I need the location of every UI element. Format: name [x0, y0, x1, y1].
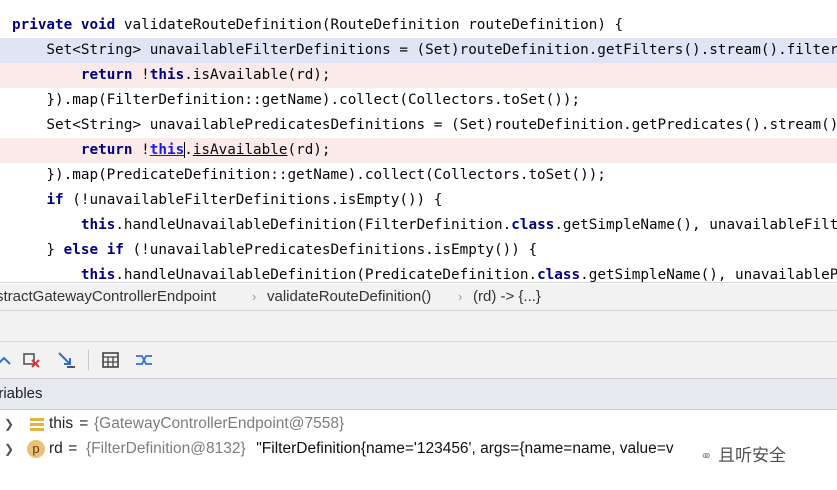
- code-line[interactable]: this.handleUnavailableDefinition(FilterD…: [0, 213, 837, 238]
- code-text: .handleUnavailableDefinition(PredicateDe…: [115, 267, 538, 283]
- variable-name: rd: [49, 440, 63, 457]
- code-text: .handleUnavailableDefinition(FilterDefin…: [115, 217, 512, 233]
- breadcrumb: stractGatewayControllerEndpoint › valida…: [0, 284, 837, 311]
- code-keyword: this: [80, 267, 116, 283]
- code-keyword: return: [80, 67, 133, 83]
- code-keyword: return: [80, 142, 133, 158]
- expand-arrow-icon[interactable]: ❯: [4, 411, 14, 437]
- code-text: }).map(FilterDefinition::getName).collec…: [12, 92, 581, 108]
- code-text: !: [132, 67, 150, 83]
- code-line-current[interactable]: Set<String> unavailableFilterDefinitions…: [0, 38, 837, 63]
- breadcrumb-class[interactable]: stractGatewayControllerEndpoint: [0, 284, 216, 310]
- breadcrumb-method[interactable]: validateRouteDefinition(): [267, 284, 431, 310]
- panel-strip: [0, 311, 837, 341]
- code-keyword: if: [46, 192, 64, 208]
- code-line[interactable]: }).map(FilterDefinition::getName).collec…: [0, 88, 837, 113]
- code-line[interactable]: Set<String> unavailablePredicatesDefinit…: [0, 113, 837, 138]
- trace-stream-icon[interactable]: [134, 350, 154, 370]
- code-text: }: [12, 242, 64, 258]
- watermark: ⚭ 且听安全: [700, 441, 786, 471]
- code-keyword: private void: [12, 17, 116, 33]
- expand-arrow-icon[interactable]: ❯: [4, 436, 14, 462]
- code-text: (!unavailableFilterDefinitions.isEmpty()…: [63, 192, 443, 208]
- variables-title: ariables: [0, 385, 43, 402]
- code-keyword: class: [511, 217, 555, 233]
- variable-equals: =: [75, 415, 93, 432]
- code-keyword: class: [537, 267, 581, 283]
- editor-divider: [0, 282, 837, 283]
- code-line[interactable]: }).map(PredicateDefinition::getName).col…: [0, 163, 837, 188]
- code-keyword-link[interactable]: this: [150, 142, 184, 158]
- code-line[interactable]: } else if (!unavailablePredicatesDefinit…: [0, 238, 837, 263]
- variable-name: this: [49, 415, 74, 432]
- variable-row[interactable]: ❯ this = {GatewayControllerEndpoint@7558…: [0, 411, 837, 437]
- code-line-breakpoint[interactable]: return !this.isAvailable(rd);: [0, 63, 837, 88]
- code-method-link[interactable]: isAvailable: [193, 142, 288, 158]
- code-line[interactable]: this.handleUnavailableDefinition(Predica…: [0, 263, 837, 284]
- code-text: .: [184, 142, 193, 158]
- code-keyword: this: [80, 217, 116, 233]
- code-text: Set<String> unavailablePredicatesDefinit…: [12, 117, 837, 133]
- breadcrumb-separator: ›: [458, 289, 463, 304]
- breadcrumb-lambda[interactable]: (rd) -> {...}: [473, 284, 541, 310]
- run-to-cursor-icon[interactable]: [56, 350, 76, 370]
- code-text: !: [132, 142, 150, 158]
- code-text: .isAvailable(rd);: [184, 67, 331, 83]
- field-icon: [30, 418, 44, 431]
- code-editor[interactable]: private void validateRouteDefinition(Rou…: [0, 0, 837, 284]
- breadcrumb-separator: ›: [252, 289, 257, 304]
- code-line[interactable]: if (!unavailableFilterDefinitions.isEmpt…: [0, 188, 837, 213]
- watermark-text: 且听安全: [717, 446, 786, 466]
- code-text: (rd);: [287, 142, 331, 158]
- variable-reference: {GatewayControllerEndpoint@7558}: [94, 415, 345, 432]
- code-keyword: this: [149, 67, 185, 83]
- drop-frame-icon[interactable]: [22, 350, 42, 370]
- code-text: }).map(PredicateDefinition::getName).col…: [12, 167, 606, 183]
- code-line-breakpoint[interactable]: return !this.isAvailable(rd);: [0, 138, 837, 163]
- code-text: (!unavailablePredicatesDefinitions.isEmp…: [123, 242, 538, 258]
- parameter-icon: p: [27, 440, 45, 458]
- code-text: validateRouteDefinition(RouteDefinition …: [115, 17, 624, 33]
- code-line[interactable]: private void validateRouteDefinition(Rou…: [0, 13, 837, 38]
- step-out-icon[interactable]: [0, 350, 14, 370]
- debugger-toolbar: [0, 341, 837, 378]
- code-text: Set<String> unavailableFilterDefinitions…: [12, 42, 837, 58]
- variable-value: "FilterDefinition{name='123456', args={n…: [252, 440, 674, 457]
- variables-panel-header: ariables: [0, 378, 837, 410]
- code-text: .getSimpleName(), unavailablePredicat: [580, 267, 837, 283]
- code-keyword: else if: [63, 242, 124, 258]
- variable-reference: {FilterDefinition@8132}: [86, 440, 246, 457]
- toolbar-separator: [88, 350, 89, 370]
- evaluate-expression-icon[interactable]: [101, 350, 121, 370]
- variable-equals: =: [64, 440, 82, 457]
- code-text: .getSimpleName(), unavailableFilterDefin: [554, 217, 837, 233]
- wechat-icon: ⚭: [700, 447, 713, 465]
